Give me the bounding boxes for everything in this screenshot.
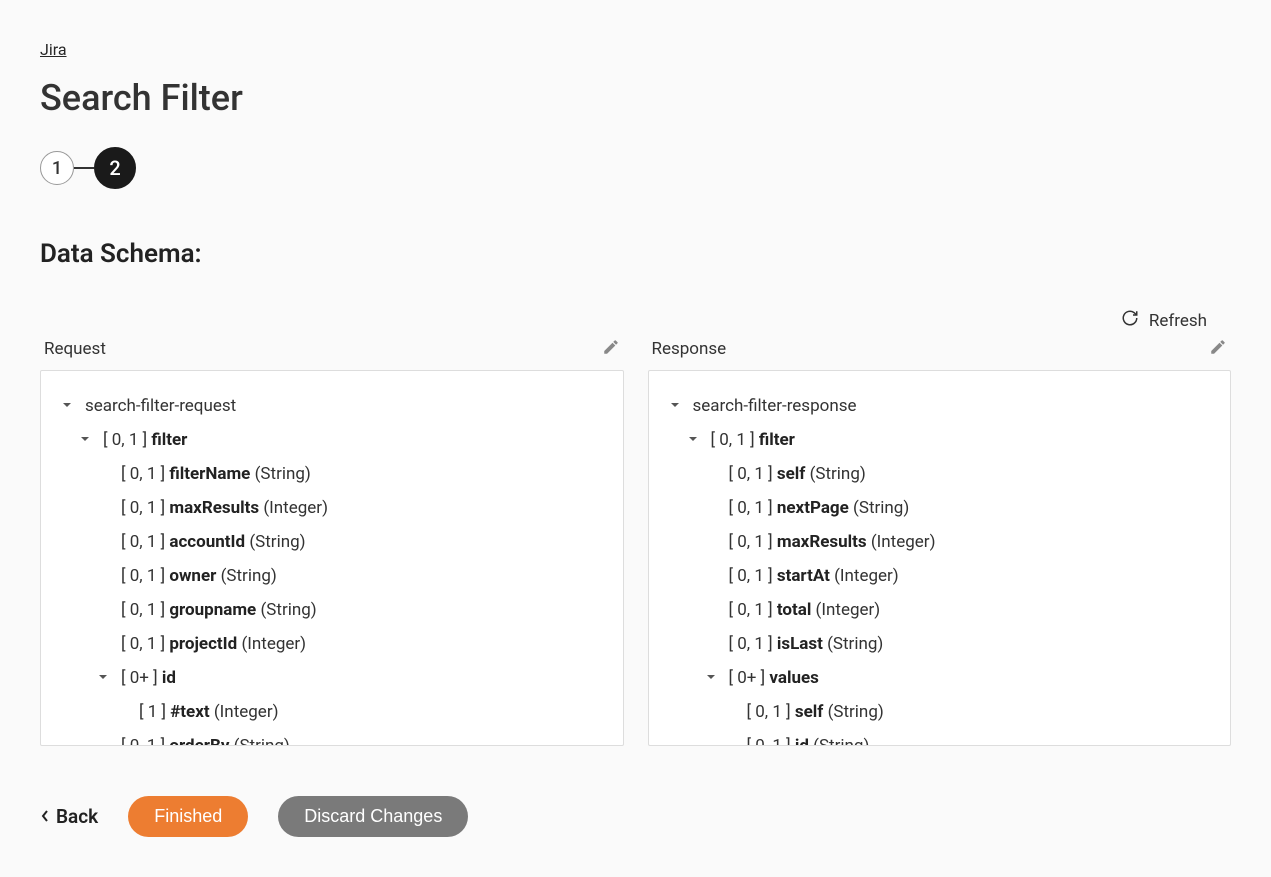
tree-node-label: [ 0, 1 ] owner (String): [121, 559, 277, 593]
finished-button[interactable]: Finished: [128, 796, 248, 837]
section-title: Data Schema:: [40, 239, 1231, 269]
tree-group-node[interactable]: [ 0, 1 ] filter: [669, 423, 1211, 457]
request-title: Request: [44, 339, 106, 359]
page-title: Search Filter: [40, 77, 1231, 119]
tree-leaf-node[interactable]: [ 0, 1 ] projectId (Integer): [61, 627, 603, 661]
tree-node-label: [ 0, 1 ] groupname (String): [121, 593, 317, 627]
edit-response-icon[interactable]: [1209, 338, 1227, 360]
tree-node-label: [ 0, 1 ] self (String): [729, 457, 866, 491]
tree-node-label: [ 0+ ] id: [121, 661, 176, 695]
back-button[interactable]: Back: [40, 805, 98, 828]
breadcrumb-link[interactable]: Jira: [40, 40, 67, 59]
footer-actions: Back Finished Discard Changes: [40, 796, 1231, 837]
tree-node-label: [ 0, 1 ] startAt (Integer): [729, 559, 899, 593]
chevron-left-icon: [40, 805, 50, 828]
chevron-down-icon: [705, 671, 721, 683]
tree-leaf-node[interactable]: [ 0, 1 ] orderBy (String): [61, 729, 603, 746]
tree-leaf-node[interactable]: [ 0, 1 ] groupname (String): [61, 593, 603, 627]
tree-node-label: search-filter-request: [85, 389, 236, 423]
tree-node-label: [ 0, 1 ] nextPage (String): [729, 491, 910, 525]
tree-leaf-node[interactable]: [ 0, 1 ] self (String): [669, 457, 1211, 491]
tree-node-label: [ 0+ ] values: [729, 661, 819, 695]
tree-node-label: [ 0, 1 ] self (String): [747, 695, 884, 729]
chevron-down-icon: [61, 399, 77, 411]
tree-leaf-node[interactable]: [ 0, 1 ] accountId (String): [61, 525, 603, 559]
tree-root-node[interactable]: search-filter-request: [61, 389, 603, 423]
response-title: Response: [652, 339, 727, 359]
tree-group-node[interactable]: [ 0, 1 ] filter: [61, 423, 603, 457]
tree-node-label: [ 0, 1 ] orderBy (String): [121, 729, 290, 746]
tree-leaf-node[interactable]: [ 0, 1 ] nextPage (String): [669, 491, 1211, 525]
tree-group-node[interactable]: [ 0+ ] id: [61, 661, 603, 695]
tree-node-label: [ 0, 1 ] projectId (Integer): [121, 627, 306, 661]
step-1[interactable]: 1: [40, 151, 74, 185]
tree-node-label: [ 0, 1 ] filter: [711, 423, 795, 457]
tree-node-label: [ 0, 1 ] filterName (String): [121, 457, 311, 491]
tree-leaf-node[interactable]: [ 1 ] #text (Integer): [61, 695, 603, 729]
tree-root-node[interactable]: search-filter-response: [669, 389, 1211, 423]
tree-node-label: [ 0, 1 ] id (String): [747, 729, 870, 746]
request-column: Request search-filter-request [ 0, 1 ] f…: [40, 338, 624, 746]
refresh-button[interactable]: Refresh: [40, 309, 1231, 332]
tree-leaf-node[interactable]: [ 0, 1 ] maxResults (Integer): [669, 525, 1211, 559]
chevron-down-icon: [687, 433, 703, 445]
chevron-down-icon: [669, 399, 685, 411]
tree-leaf-node[interactable]: [ 0, 1 ] maxResults (Integer): [61, 491, 603, 525]
refresh-icon: [1121, 309, 1139, 332]
response-column: Response search-filter-response [ 0, 1 ]…: [648, 338, 1232, 746]
step-2[interactable]: 2: [94, 147, 136, 189]
tree-node-label: [ 0, 1 ] maxResults (Integer): [729, 525, 936, 559]
discard-button[interactable]: Discard Changes: [278, 796, 468, 837]
tree-leaf-node[interactable]: [ 0, 1 ] startAt (Integer): [669, 559, 1211, 593]
tree-leaf-node[interactable]: [ 0, 1 ] owner (String): [61, 559, 603, 593]
request-schema-box[interactable]: search-filter-request [ 0, 1 ] filter [ …: [40, 370, 624, 746]
edit-request-icon[interactable]: [602, 338, 620, 360]
refresh-label: Refresh: [1149, 311, 1207, 331]
tree-leaf-node[interactable]: [ 0, 1 ] self (String): [669, 695, 1211, 729]
chevron-down-icon: [97, 671, 113, 683]
tree-leaf-node[interactable]: [ 0, 1 ] total (Integer): [669, 593, 1211, 627]
tree-leaf-node[interactable]: [ 0, 1 ] id (String): [669, 729, 1211, 746]
tree-node-label: [ 0, 1 ] accountId (String): [121, 525, 306, 559]
chevron-down-icon: [79, 433, 95, 445]
tree-node-label: [ 0, 1 ] isLast (String): [729, 627, 884, 661]
back-label: Back: [56, 805, 98, 828]
step-connector: [74, 167, 94, 169]
tree-node-label: [ 0, 1 ] filter: [103, 423, 187, 457]
tree-node-label: [ 0, 1 ] maxResults (Integer): [121, 491, 328, 525]
stepper: 1 2: [40, 147, 1231, 189]
tree-leaf-node[interactable]: [ 0, 1 ] isLast (String): [669, 627, 1211, 661]
tree-leaf-node[interactable]: [ 0, 1 ] filterName (String): [61, 457, 603, 491]
response-schema-box[interactable]: search-filter-response [ 0, 1 ] filter […: [648, 370, 1232, 746]
tree-node-label: [ 0, 1 ] total (Integer): [729, 593, 881, 627]
tree-node-label: [ 1 ] #text (Integer): [139, 695, 279, 729]
tree-group-node[interactable]: [ 0+ ] values: [669, 661, 1211, 695]
tree-node-label: search-filter-response: [693, 389, 857, 423]
